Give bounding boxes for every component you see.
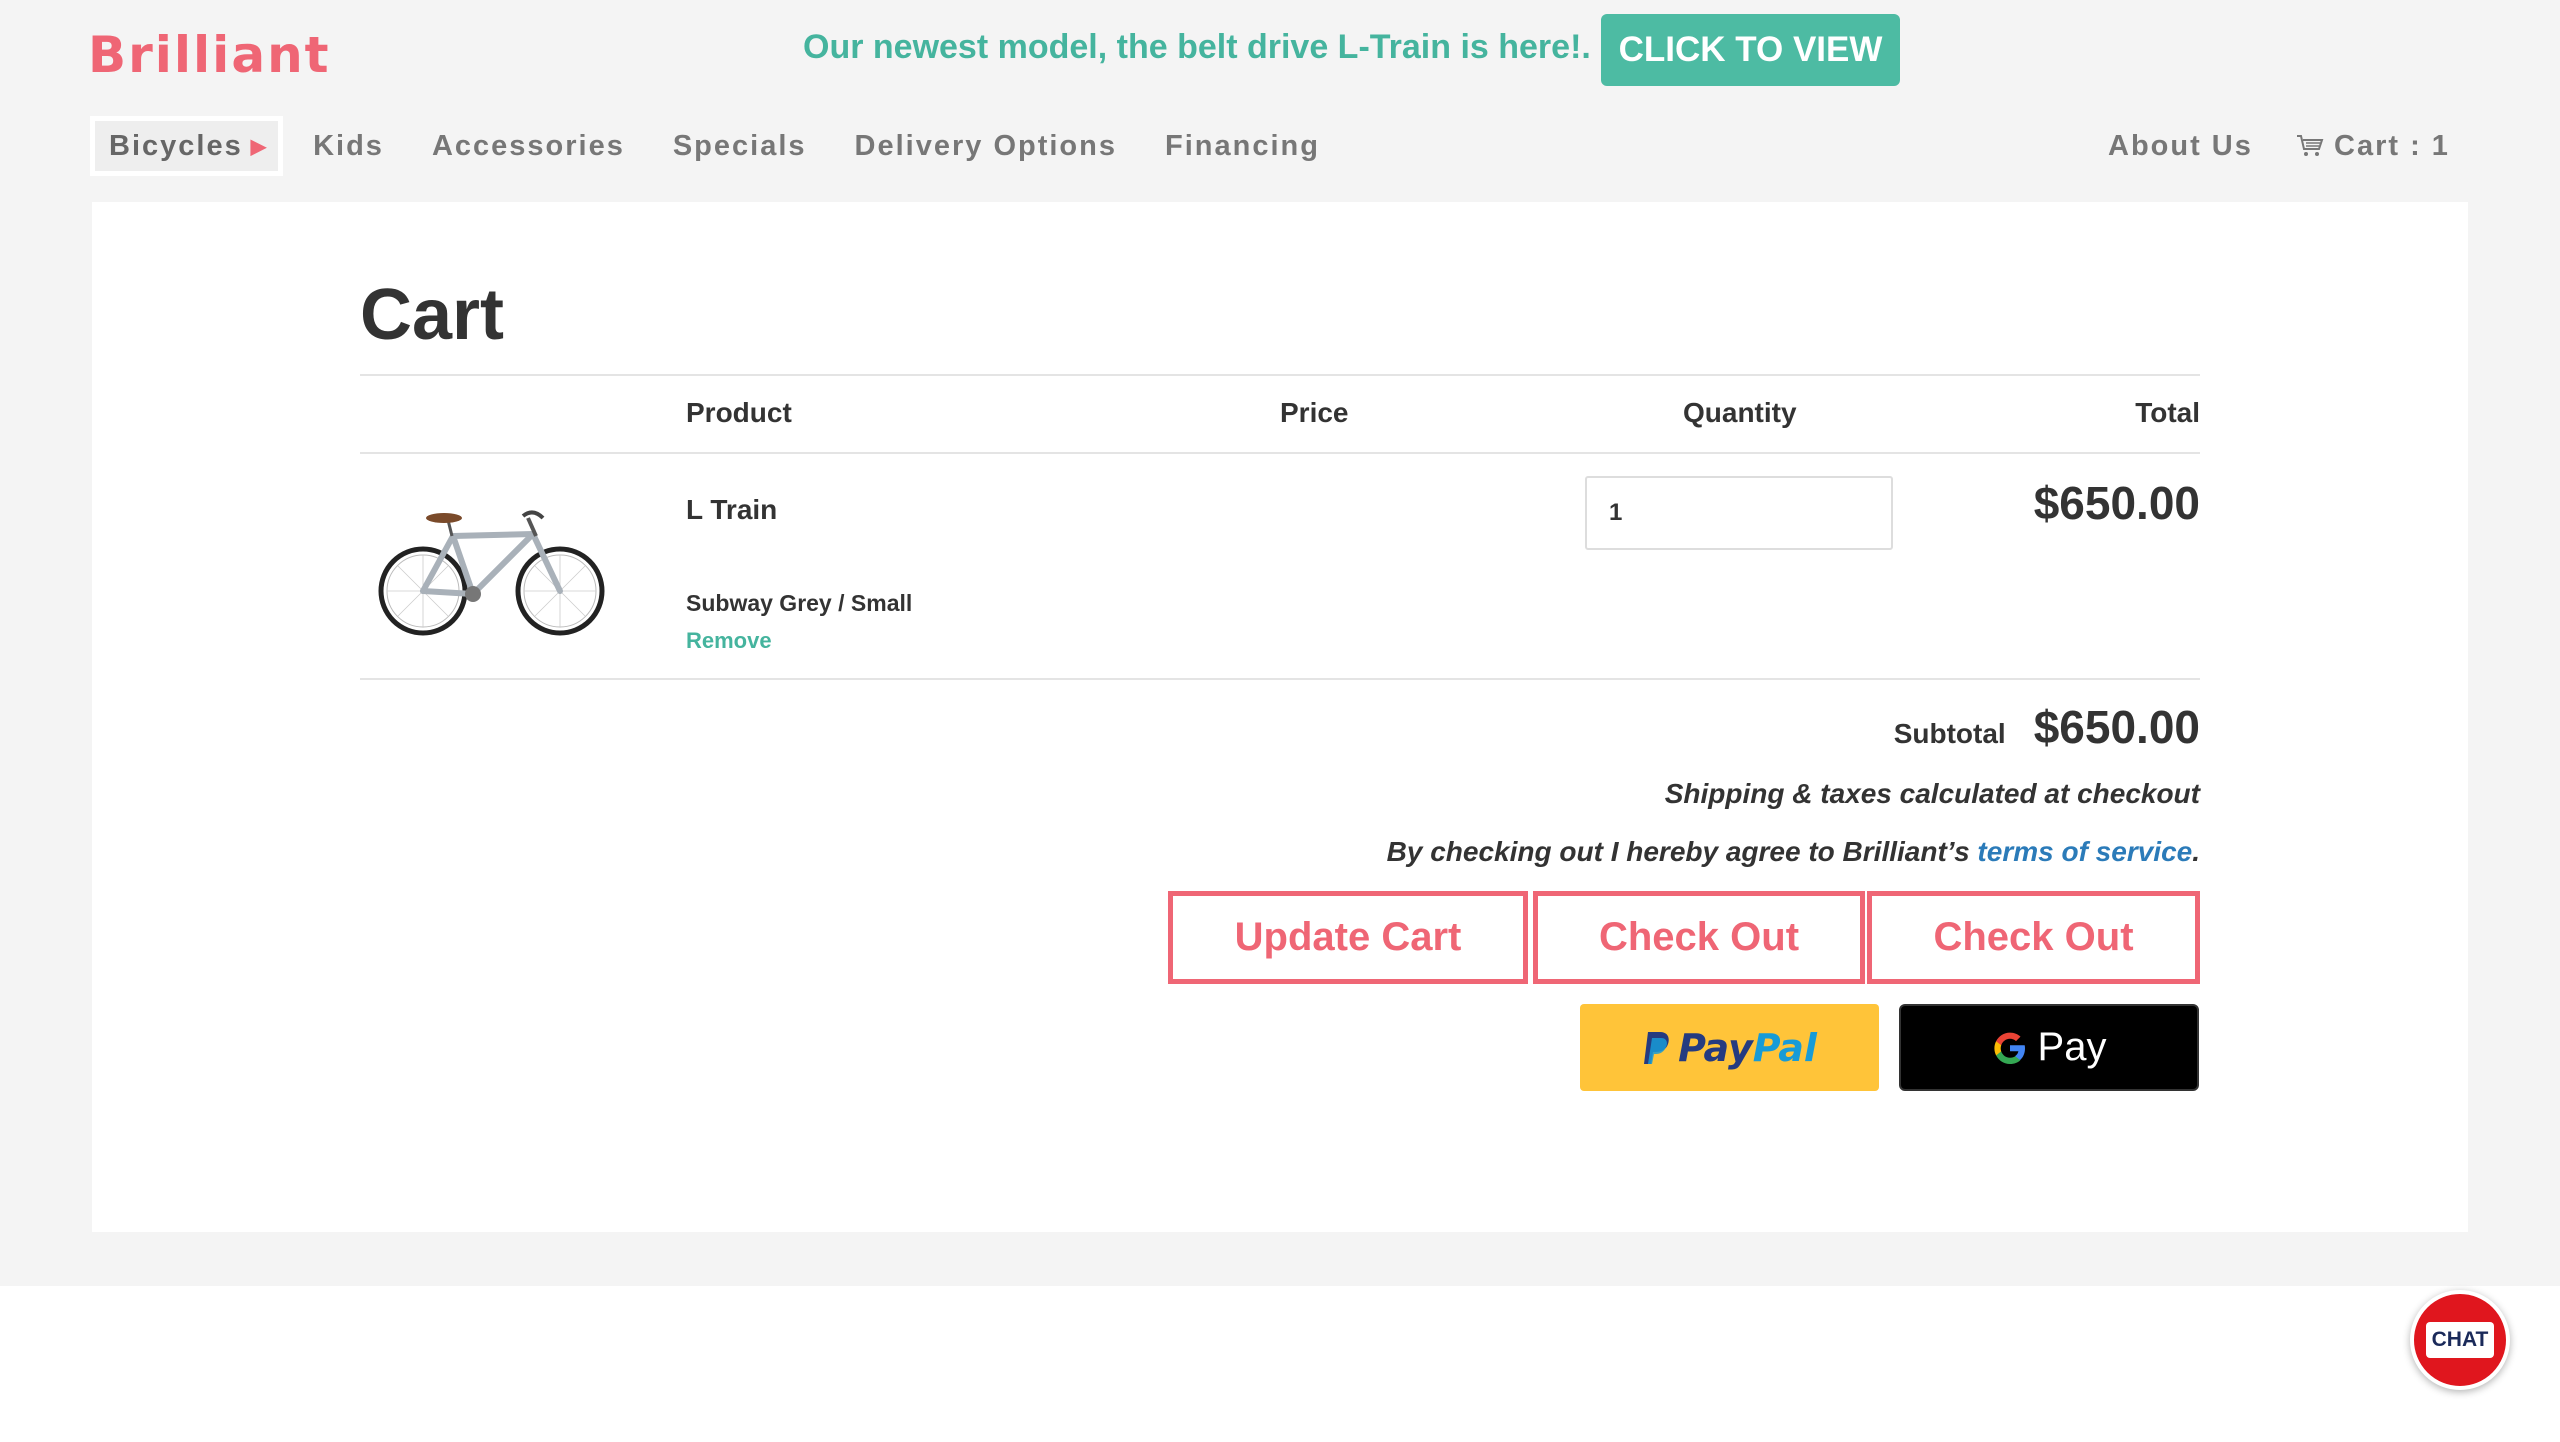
nav-item-bicycles[interactable]: Bicycles ▶	[90, 116, 284, 176]
column-header-quantity: Quantity	[1683, 397, 1797, 428]
shipping-note: Shipping & taxes calculated at checkout	[1664, 778, 2200, 809]
column-header-price: Price	[1280, 397, 1349, 428]
check-out-button-secondary[interactable]: Check Out	[1867, 891, 2200, 984]
subtotal-label: Subtotal	[1893, 718, 2006, 749]
cart-count-label: Cart : 1	[2334, 129, 2450, 162]
remove-link[interactable]: Remove	[686, 628, 772, 654]
divider	[360, 452, 2200, 454]
nav-item-about-us[interactable]: About Us	[2108, 116, 2253, 176]
nav-item-financing[interactable]: Financing	[1165, 116, 1320, 176]
nav-item-accessories[interactable]: Accessories	[432, 116, 625, 176]
terms-of-service-link[interactable]: terms of service	[1977, 836, 2192, 867]
chat-label: CHAT	[2425, 1322, 2495, 1358]
terms-suffix: .	[2192, 836, 2200, 867]
terms-note: By checking out I hereby agree to Brilli…	[1387, 836, 2200, 868]
announcement-text: Our newest model, the belt drive L-Train…	[803, 28, 1591, 66]
divider	[360, 678, 2200, 680]
nav-item-label: About Us	[2108, 129, 2253, 162]
check-out-button[interactable]: Check Out	[1533, 891, 1865, 984]
column-header-total: Total	[2135, 397, 2200, 428]
subtotal-row: Subtotal $650.00	[1894, 700, 2200, 754]
product-variant: Subway Grey / Small	[686, 590, 913, 616]
google-pay-button[interactable]: Pay	[1899, 1004, 2199, 1091]
chat-button[interactable]: CHAT	[2410, 1290, 2510, 1390]
line-total: $650.00	[2033, 477, 2200, 529]
cart-link[interactable]: Cart : 1	[2296, 116, 2450, 176]
divider	[360, 374, 2200, 376]
nav-item-label: Bicycles	[109, 129, 243, 162]
paypal-wordmark: PayPal	[1678, 1025, 1817, 1070]
paypal-button[interactable]: PayPal	[1580, 1004, 1879, 1091]
google-g-icon	[1993, 1032, 2025, 1064]
column-header-product: Product	[686, 397, 792, 428]
terms-prefix: By checking out I hereby agree to Brilli…	[1386, 836, 1978, 867]
click-to-view-button[interactable]: CLICK TO VIEW	[1601, 14, 1900, 86]
update-cart-button[interactable]: Update Cart	[1168, 891, 1528, 984]
subtotal-value: $650.00	[2033, 701, 2200, 753]
nav-item-specials[interactable]: Specials	[673, 116, 807, 176]
nav-item-delivery-options[interactable]: Delivery Options	[855, 116, 1117, 176]
paypal-p-icon	[1644, 1031, 1669, 1064]
nav-item-kids[interactable]: Kids	[313, 116, 384, 176]
google-pay-label: Pay	[2037, 1025, 2107, 1069]
main-nav: Bicycles ▶ Kids Accessories Specials Del…	[90, 116, 1320, 176]
page-title: Cart	[360, 275, 505, 355]
brand-logo[interactable]: Brilliant	[88, 26, 331, 84]
product-name[interactable]: L Train	[686, 494, 777, 526]
quantity-input[interactable]	[1585, 476, 1893, 550]
caret-right-icon: ▶	[250, 135, 269, 158]
product-image[interactable]	[368, 496, 624, 646]
cart-icon	[2297, 135, 2324, 156]
